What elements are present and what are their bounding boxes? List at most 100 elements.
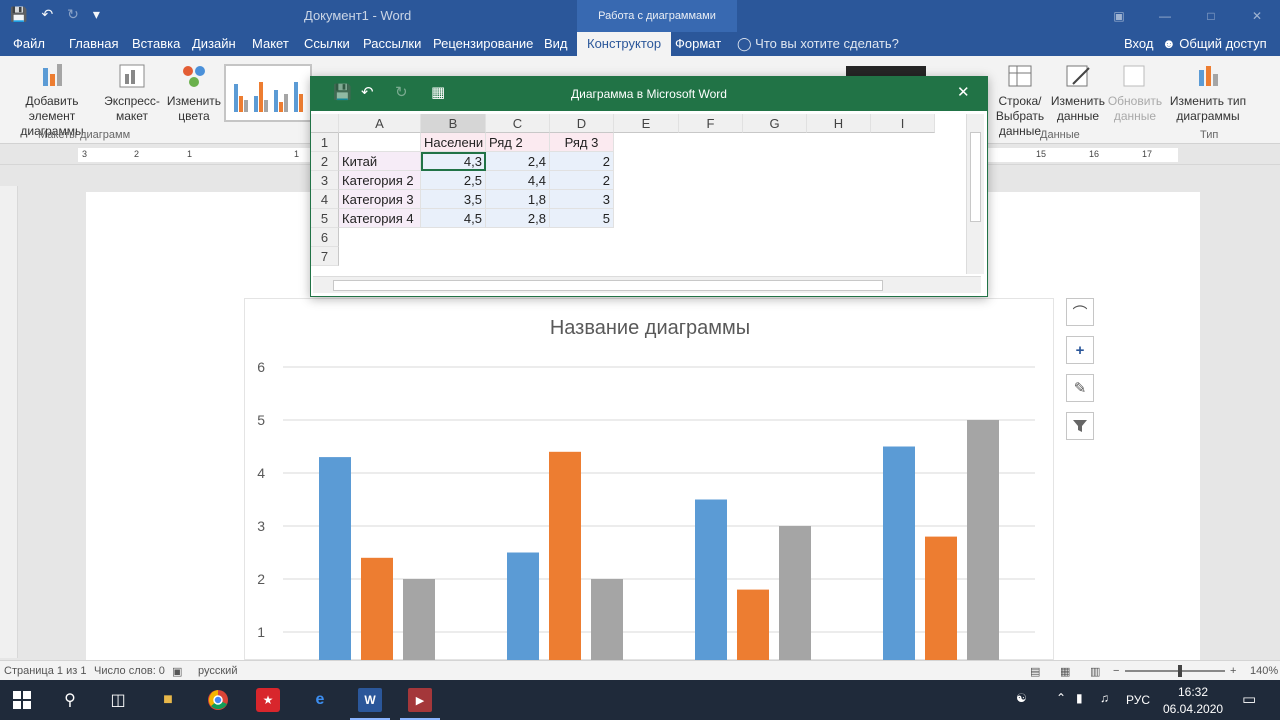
cell-d1[interactable]: Ряд 3 bbox=[550, 133, 614, 152]
network-icon[interactable]: ▮ bbox=[1076, 691, 1083, 705]
column-header[interactable]: H bbox=[807, 114, 871, 133]
row-header[interactable]: 6 bbox=[311, 228, 339, 247]
ribbon-options-icon[interactable]: ▣ bbox=[1096, 0, 1142, 32]
column-header[interactable]: E bbox=[614, 114, 679, 133]
tab-design[interactable]: Дизайн bbox=[192, 36, 236, 51]
chart-style-gallery[interactable] bbox=[224, 64, 312, 122]
row-header[interactable]: 5 bbox=[311, 209, 339, 228]
pdf-reader-icon[interactable]: ★ bbox=[256, 688, 280, 712]
cell-d3[interactable]: 2 bbox=[550, 171, 614, 190]
tab-mailings[interactable]: Рассылки bbox=[363, 36, 421, 51]
media-app-icon[interactable]: ▶ bbox=[408, 688, 432, 712]
bar[interactable] bbox=[695, 499, 727, 662]
zoom-level[interactable]: 140% bbox=[1250, 665, 1278, 677]
bar[interactable] bbox=[737, 589, 769, 661]
notifications-icon[interactable]: ▭ bbox=[1242, 690, 1256, 708]
refresh-data-button[interactable]: Обновить данные bbox=[1106, 62, 1164, 124]
row-header[interactable]: 7 bbox=[311, 247, 339, 266]
column-header[interactable]: F bbox=[679, 114, 743, 133]
chart-styles-button[interactable]: ✎ bbox=[1066, 374, 1094, 402]
cell-a5[interactable]: Категория 4 bbox=[339, 209, 421, 228]
column-header[interactable]: A bbox=[339, 114, 421, 133]
cell-b3[interactable]: 2,5 bbox=[421, 171, 486, 190]
edge-icon[interactable]: e bbox=[308, 688, 332, 712]
proofing-icon[interactable]: ▣ bbox=[172, 665, 182, 678]
excel-data-window[interactable]: 💾 ↶ ↻ ▦ Диаграмма в Microsoft Word ✕ A B… bbox=[310, 76, 988, 297]
redo-icon[interactable]: ↻ bbox=[67, 6, 79, 23]
print-layout-icon[interactable]: ▦ bbox=[1060, 665, 1070, 678]
bar[interactable] bbox=[779, 526, 811, 661]
cell-c3[interactable]: 4,4 bbox=[486, 171, 550, 190]
scrollbar-thumb[interactable] bbox=[333, 280, 883, 291]
task-view-icon[interactable]: ◫ bbox=[106, 688, 130, 712]
change-chart-type-button[interactable]: Изменить тип диаграммы bbox=[1168, 62, 1248, 124]
bar[interactable] bbox=[925, 536, 957, 661]
column-header[interactable]: D bbox=[550, 114, 614, 133]
bar[interactable] bbox=[361, 557, 393, 661]
zoom-out-icon[interactable]: − bbox=[1113, 665, 1119, 677]
edit-data-button[interactable]: Изменить данные bbox=[1050, 62, 1106, 124]
cell-b5[interactable]: 4,5 bbox=[421, 209, 486, 228]
bar[interactable] bbox=[403, 579, 435, 661]
people-icon[interactable]: ☯ bbox=[1016, 691, 1027, 705]
bar[interactable] bbox=[967, 420, 999, 661]
cell-b1[interactable]: Населени bbox=[421, 133, 486, 152]
zoom-in-icon[interactable]: + bbox=[1230, 665, 1236, 677]
zoom-slider-thumb[interactable] bbox=[1178, 665, 1182, 677]
cell-a4[interactable]: Категория 3 bbox=[339, 190, 421, 209]
chart-area[interactable]: Название диаграммы 123456 bbox=[244, 298, 1054, 662]
tell-me-search[interactable]: ◯ Что вы хотите сделать? bbox=[737, 36, 899, 52]
bar[interactable] bbox=[549, 451, 581, 661]
chrome-icon[interactable] bbox=[206, 688, 230, 712]
cell-c4[interactable]: 1,8 bbox=[486, 190, 550, 209]
horizontal-scrollbar[interactable] bbox=[313, 276, 981, 293]
cell-a3[interactable]: Категория 2 bbox=[339, 171, 421, 190]
bar[interactable] bbox=[507, 552, 539, 662]
bar[interactable] bbox=[319, 457, 351, 661]
column-header[interactable]: G bbox=[743, 114, 807, 133]
sign-in-link[interactable]: Вход bbox=[1124, 36, 1153, 51]
add-chart-element-button[interactable]: Добавить элемент диаграммы bbox=[2, 62, 102, 139]
word-count[interactable]: Число слов: 0 bbox=[94, 665, 165, 677]
vertical-scrollbar[interactable] bbox=[966, 114, 984, 274]
language-indicator[interactable]: русский bbox=[198, 665, 237, 677]
cell-d5[interactable]: 5 bbox=[550, 209, 614, 228]
chart-elements-button[interactable]: + bbox=[1066, 336, 1094, 364]
row-header[interactable]: 1 bbox=[311, 133, 339, 152]
undo-icon[interactable]: ↶ bbox=[41, 6, 53, 23]
column-header[interactable]: C bbox=[486, 114, 550, 133]
clock-date[interactable]: 06.04.2020 bbox=[1163, 702, 1223, 716]
tab-view[interactable]: Вид bbox=[544, 36, 568, 51]
cell-d4[interactable]: 3 bbox=[550, 190, 614, 209]
minimize-icon[interactable]: — bbox=[1142, 0, 1188, 32]
chevron-up-icon[interactable]: ⌃ bbox=[1056, 691, 1066, 705]
windows-start-icon[interactable] bbox=[10, 688, 34, 712]
cell-c1[interactable]: Ряд 2 bbox=[486, 133, 550, 152]
cell-d2[interactable]: 2 bbox=[550, 152, 614, 171]
bar[interactable] bbox=[591, 579, 623, 661]
keyboard-language[interactable]: РУС bbox=[1126, 693, 1150, 707]
tab-format[interactable]: Формат bbox=[675, 36, 721, 51]
row-header[interactable]: 2 bbox=[311, 152, 339, 171]
close-icon[interactable]: ✕ bbox=[957, 83, 970, 101]
cell-c2[interactable]: 2,4 bbox=[486, 152, 550, 171]
tab-references[interactable]: Ссылки bbox=[304, 36, 350, 51]
bar[interactable] bbox=[883, 446, 915, 662]
cell-a1[interactable] bbox=[339, 133, 421, 152]
tab-review[interactable]: Рецензирование bbox=[433, 36, 533, 51]
row-header[interactable]: 3 bbox=[311, 171, 339, 190]
file-explorer-icon[interactable]: ■ bbox=[156, 688, 180, 712]
cell-a2[interactable]: Китай bbox=[339, 152, 421, 171]
volume-icon[interactable]: ♫ bbox=[1100, 691, 1109, 705]
clock-time[interactable]: 16:32 bbox=[1178, 685, 1208, 699]
scrollbar-thumb[interactable] bbox=[970, 132, 981, 222]
web-layout-icon[interactable]: ▥ bbox=[1090, 665, 1100, 678]
page-count[interactable]: Страница 1 из 1 bbox=[4, 665, 86, 677]
tab-file[interactable]: Файл bbox=[13, 36, 45, 51]
change-colors-button[interactable]: Изменить цвета bbox=[165, 62, 223, 124]
tab-home[interactable]: Главная bbox=[69, 36, 118, 51]
close-icon[interactable]: ✕ bbox=[1234, 0, 1280, 32]
tab-layout[interactable]: Макет bbox=[252, 36, 289, 51]
tab-chart-design[interactable]: Конструктор bbox=[577, 32, 672, 56]
save-icon[interactable]: 💾 bbox=[10, 6, 27, 23]
